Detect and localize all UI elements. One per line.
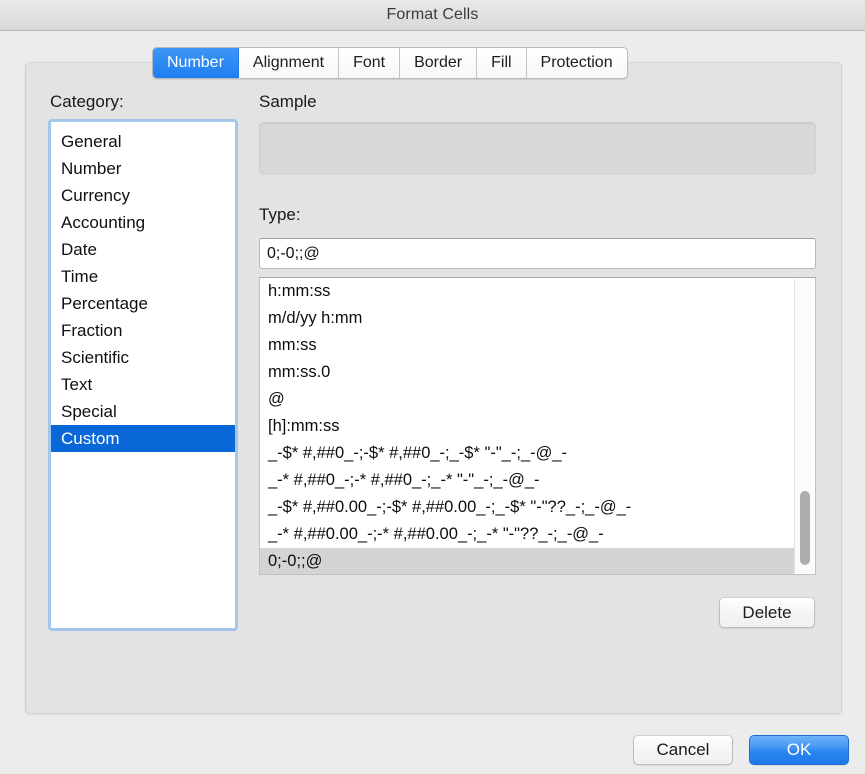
tab-number[interactable]: Number <box>153 48 239 78</box>
category-label: Category: <box>50 92 124 111</box>
format-list-item[interactable]: [h]:mm:ss <box>260 413 794 440</box>
format-listbox[interactable]: h:mm:ss m/d/yy h:mm mm:ss mm:ss.0 @ [h]:mm:ss… <box>259 277 816 575</box>
tab-bar: Number Alignment Font Border Fill Protection <box>152 47 628 79</box>
window-titlebar: Format Cells <box>0 0 865 31</box>
sample-preview-box <box>259 122 816 175</box>
category-item-currency[interactable]: Currency <box>51 182 235 209</box>
format-list-item[interactable]: @ <box>260 386 794 413</box>
category-item-number[interactable]: Number <box>51 155 235 182</box>
category-item-scientific[interactable]: Scientific <box>51 344 235 371</box>
category-item-text[interactable]: Text <box>51 371 235 398</box>
sample-value <box>259 122 816 134</box>
format-list-scrollbar-thumb[interactable] <box>800 491 810 565</box>
category-listbox[interactable]: General Number Currency Accounting Date Time P… <box>48 119 238 631</box>
tab-label: Alignment <box>252 54 325 71</box>
format-list-item[interactable]: 0;-0;;@ <box>260 548 794 574</box>
type-input[interactable] <box>259 238 816 269</box>
tab-font[interactable]: Font <box>339 48 401 78</box>
format-list-item[interactable]: _-$* #,##0.00_-;-$* #,##0.00_-;_-$* "-"?… <box>260 494 794 521</box>
format-list[interactable]: h:mm:ss m/d/yy h:mm mm:ss mm:ss.0 @ [h]:mm:ss… <box>260 278 794 574</box>
category-item-date[interactable]: Date <box>51 236 235 263</box>
tab-alignment[interactable]: Alignment <box>238 48 340 78</box>
sample-label: Sample <box>259 92 317 111</box>
category-list[interactable]: General Number Currency Accounting Date Time P… <box>51 122 235 628</box>
tab-label: Font <box>353 54 386 71</box>
category-item-general[interactable]: General <box>51 128 235 155</box>
delete-button[interactable]: Delete <box>719 597 815 628</box>
tab-label: Fill <box>491 54 512 71</box>
category-item-special[interactable]: Special <box>51 398 235 425</box>
ok-button[interactable]: OK <box>749 735 849 765</box>
window-title: Format Cells <box>386 6 479 23</box>
category-item-fraction[interactable]: Fraction <box>51 317 235 344</box>
tab-fill[interactable]: Fill <box>477 48 527 78</box>
category-item-time[interactable]: Time <box>51 263 235 290</box>
format-list-item[interactable]: _-* #,##0.00_-;-* #,##0.00_-;_-* "-"??_-… <box>260 521 794 548</box>
tab-label: Number <box>167 54 224 71</box>
format-list-item[interactable]: h:mm:ss <box>260 278 794 305</box>
format-list-scrollbar[interactable] <box>794 279 814 573</box>
format-list-item[interactable]: mm:ss <box>260 332 794 359</box>
category-item-percentage[interactable]: Percentage <box>51 290 235 317</box>
category-item-custom[interactable]: Custom <box>51 425 235 452</box>
format-list-item[interactable]: m/d/yy h:mm <box>260 305 794 332</box>
format-list-item[interactable]: mm:ss.0 <box>260 359 794 386</box>
tab-label: Protection <box>540 54 613 71</box>
category-item-accounting[interactable]: Accounting <box>51 209 235 236</box>
type-label: Type: <box>259 205 301 224</box>
format-list-item[interactable]: _-$* #,##0_-;-$* #,##0_-;_-$* "-"_-;_-@_… <box>260 440 794 467</box>
format-list-item[interactable]: _-* #,##0_-;-* #,##0_-;_-* "-"_-;_-@_- <box>260 467 794 494</box>
tab-label: Border <box>414 54 463 71</box>
tab-protection[interactable]: Protection <box>526 48 627 78</box>
cancel-button[interactable]: Cancel <box>633 735 733 765</box>
tab-border[interactable]: Border <box>400 48 478 78</box>
